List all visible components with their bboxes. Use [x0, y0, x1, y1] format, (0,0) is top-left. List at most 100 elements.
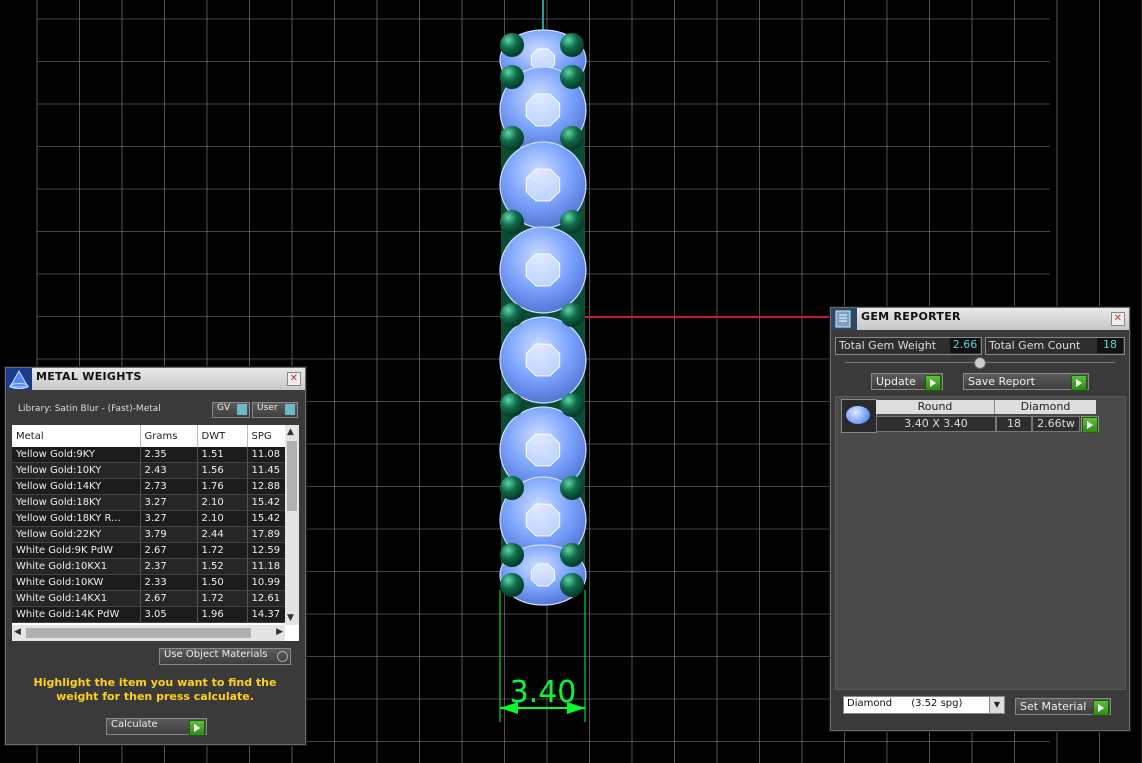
- gem-shape: Round: [876, 400, 995, 414]
- grams-cell: 2.33: [140, 574, 198, 591]
- set-material-button[interactable]: Set Material: [1015, 698, 1111, 716]
- table-row[interactable]: White Gold:10KW 2.33 1.50 10.99: [12, 574, 285, 591]
- metal-table-container[interactable]: Metal Grams DWT SPG Yellow Gold:9KY 2.35 1…: [12, 425, 299, 641]
- metal-weights-panel: METAL WEIGHTS ✕ Library: Satin Blur - (F…: [5, 367, 306, 745]
- dwt-cell: 1.52: [197, 558, 248, 575]
- grams-cell: 3.27: [140, 494, 198, 511]
- metal-table: Metal Grams DWT SPG Yellow Gold:9KY 2.35 1…: [12, 425, 285, 623]
- metal-cell: White Gold:10KX1: [12, 558, 141, 575]
- scroll-left-icon[interactable]: ◀: [14, 627, 21, 637]
- spg-cell: 11.45: [247, 462, 285, 479]
- grams-cell: 2.35: [140, 447, 198, 463]
- prong: [560, 210, 584, 234]
- play-icon: [1093, 700, 1109, 716]
- column-header-metal[interactable]: Metal: [12, 425, 141, 447]
- table-row[interactable]: Yellow Gold:22KY 3.79 2.44 17.89: [12, 526, 285, 543]
- gem-stone: [499, 226, 587, 314]
- gem-reporter-icon: [831, 308, 857, 330]
- column-header-grams[interactable]: Grams: [140, 425, 198, 447]
- spg-cell: 11.18: [247, 558, 285, 575]
- dwt-cell: 1.96: [197, 606, 248, 623]
- dwt-cell: 1.51: [197, 447, 248, 463]
- column-header-dwt[interactable]: DWT: [197, 425, 248, 447]
- table-row[interactable]: Yellow Gold:14KY 2.73 1.76 12.88: [12, 478, 285, 495]
- close-icon[interactable]: ✕: [287, 372, 301, 386]
- gem-material: Diamond: [995, 400, 1096, 414]
- metal-cell: Yellow Gold:14KY: [12, 478, 141, 495]
- dwt-cell: 2.10: [197, 494, 248, 511]
- slider-knob-icon[interactable]: [974, 357, 986, 369]
- prong: [500, 303, 524, 327]
- play-icon: [925, 375, 941, 391]
- prong: [500, 543, 524, 567]
- prong: [560, 476, 584, 500]
- metal-table-vscrollbar[interactable]: ▲ ▼: [285, 425, 299, 625]
- calculate-button[interactable]: Calculate: [106, 718, 207, 736]
- gem-list-row[interactable]: Round Diamond 3.40 X 3.40 18 2.66tw: [841, 399, 1101, 433]
- total-gem-count-value: 18: [1097, 338, 1123, 353]
- metal-table-hscrollbar[interactable]: ◀ ▶: [12, 625, 285, 641]
- prong: [560, 303, 584, 327]
- metal-weights-titlebar[interactable]: METAL WEIGHTS ✕: [6, 368, 305, 390]
- gem-reporter-titlebar[interactable]: GEM REPORTER ✕: [831, 308, 1129, 330]
- prong: [560, 65, 584, 89]
- prong: [560, 543, 584, 567]
- prong: [560, 573, 584, 597]
- play-icon: [1071, 375, 1087, 391]
- close-icon[interactable]: ✕: [1111, 312, 1125, 326]
- gem-detail-button[interactable]: [1081, 416, 1099, 433]
- gv-toggle-icon: [237, 404, 247, 415]
- update-button[interactable]: Update: [871, 373, 943, 391]
- use-object-materials-toggle[interactable]: Use Object Materials: [159, 648, 291, 665]
- panel-slider[interactable]: [845, 357, 1115, 369]
- table-row[interactable]: Yellow Gold:10KY 2.43 1.56 11.45: [12, 462, 285, 479]
- scroll-thumb[interactable]: [287, 441, 297, 511]
- prong: [500, 126, 524, 150]
- save-report-button[interactable]: Save Report: [963, 373, 1089, 391]
- spg-cell: 15.42: [247, 494, 285, 511]
- metal-cell: Yellow Gold:9KY: [12, 447, 141, 463]
- spg-cell: 12.88: [247, 478, 285, 495]
- gem-column: [499, 29, 587, 606]
- table-row[interactable]: White Gold:14KX1 2.67 1.72 12.61: [12, 590, 285, 607]
- table-row[interactable]: Yellow Gold:18KY 3.27 2.10 15.42: [12, 494, 285, 511]
- grams-cell: 3.27: [140, 510, 198, 527]
- gv-button[interactable]: GV: [212, 402, 250, 418]
- table-row[interactable]: White Gold:10KX1 2.37 1.52 11.18: [12, 558, 285, 575]
- gem-list[interactable]: Round Diamond 3.40 X 3.40 18 2.66tw: [835, 396, 1126, 690]
- metal-weights-icon: [6, 368, 32, 390]
- library-label: Library: Satin Blur - (Fast)-Metal: [18, 404, 161, 414]
- table-row[interactable]: White Gold:9K PdW 2.67 1.72 12.59: [12, 542, 285, 559]
- spg-cell: 15.42: [247, 510, 285, 527]
- metal-cell: Yellow Gold:18KY R...: [12, 510, 141, 527]
- prong: [560, 126, 584, 150]
- material-select[interactable]: Diamond (3.52 spg) ▼: [843, 696, 1005, 714]
- grams-cell: 2.37: [140, 558, 198, 575]
- dwt-cell: 2.44: [197, 526, 248, 543]
- toggle-circle-icon: [277, 651, 288, 662]
- dwt-cell: 2.10: [197, 510, 248, 527]
- table-row[interactable]: White Gold:14K PdW 3.05 1.96 14.37: [12, 606, 285, 623]
- table-row[interactable]: Yellow Gold:18KY R... 3.27 2.10 15.42: [12, 510, 285, 527]
- metal-cell: Yellow Gold:18KY: [12, 494, 141, 511]
- scroll-up-icon[interactable]: ▲: [287, 427, 294, 437]
- dwt-cell: 1.72: [197, 542, 248, 559]
- dwt-cell: 1.72: [197, 590, 248, 607]
- dimension-value: 3.40: [510, 675, 577, 710]
- dwt-cell: 1.50: [197, 574, 248, 591]
- table-row[interactable]: Yellow Gold:9KY 2.35 1.51 11.08: [12, 447, 285, 463]
- play-icon: [189, 720, 205, 736]
- spg-cell: 10.99: [247, 574, 285, 591]
- hscroll-thumb[interactable]: [26, 628, 251, 638]
- spg-cell: 17.89: [247, 526, 285, 543]
- metal-cell: White Gold:10KW: [12, 574, 141, 591]
- prong: [500, 573, 524, 597]
- grams-cell: 2.67: [140, 542, 198, 559]
- metal-cell: Yellow Gold:22KY: [12, 526, 141, 543]
- scroll-down-icon[interactable]: ▼: [287, 613, 294, 623]
- column-header-spg[interactable]: SPG: [247, 425, 285, 447]
- scroll-right-icon[interactable]: ▶: [276, 627, 283, 637]
- gem-reporter-title: GEM REPORTER: [861, 310, 961, 323]
- user-button[interactable]: User: [252, 402, 298, 418]
- spg-cell: 12.61: [247, 590, 285, 607]
